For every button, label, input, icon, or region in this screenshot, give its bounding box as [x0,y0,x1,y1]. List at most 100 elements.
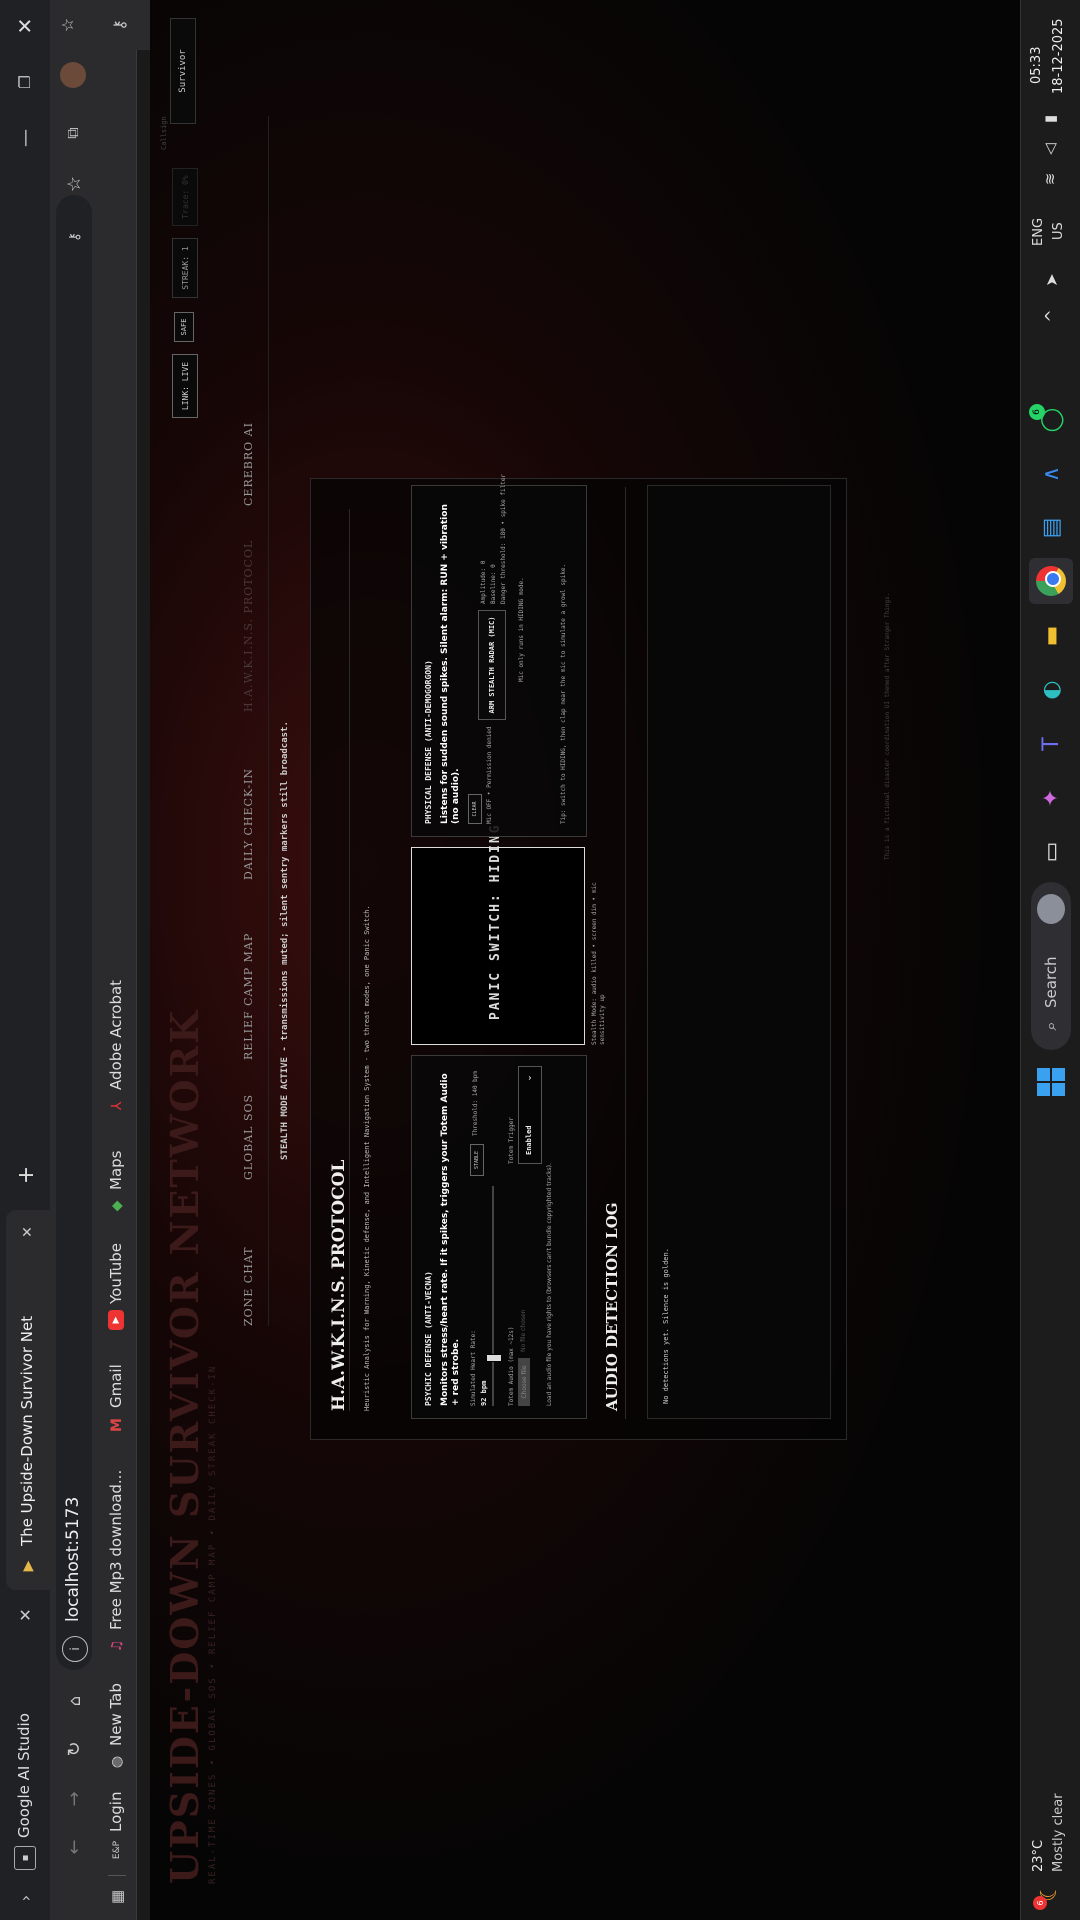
copilot-icon[interactable]: ✦ [1033,780,1069,816]
bookmark-gmail[interactable]: Gmail [107,1364,125,1408]
key-icon[interactable]: ⚷ [62,224,88,250]
nav-divider [268,116,269,1326]
choose-file-button[interactable]: Choose file [518,1358,530,1406]
bookmark-youtube[interactable]: YouTube [107,1243,125,1304]
search-icon: ⌕ [1041,1021,1060,1031]
key-icon[interactable]: ⚷ [104,10,134,40]
heart-rate-slider-track[interactable] [492,1186,494,1406]
audio-log-empty: No detections yet. Silence is golden. [662,1248,670,1404]
volume-icon[interactable]: ◁ [1039,138,1061,160]
arm-stealth-radar-button[interactable]: ARM STEALTH RADAR (MIC) [478,610,506,720]
mic-only-note: Mic only runs in HIDING mode. [518,577,525,682]
clap-tip: Tip: switch to HIDING, then clap near th… [560,563,567,824]
bookmark-new-tab[interactable]: New Tab [107,1683,125,1746]
clear-badge: CLEAR [468,794,482,824]
profile-avatar[interactable] [60,62,86,88]
language[interactable]: ENG [1031,218,1046,246]
wifi-icon[interactable]: ≋ [1039,168,1061,190]
nav-hawkins-protocol[interactable]: H.A.W.K.I.N.S. PROTOCOL [242,540,255,712]
back-arrow-icon[interactable]: ← [60,1832,88,1862]
stable-badge: STABLE [470,1144,484,1176]
star-icon[interactable]: ☆ [60,170,88,198]
heart-rate-slider-thumb[interactable] [486,1354,502,1362]
heart-rate-value: 92 bpm [480,1380,488,1406]
whatsapp-badge: 6 [1029,404,1045,420]
windows-logo-tile [1037,1083,1050,1096]
apps-grid-icon[interactable]: ▦ [104,1884,130,1910]
address-bar[interactable]: i localhost:5173 [56,195,92,1670]
extensions-icon[interactable]: ⧉ [58,118,88,148]
url-text[interactable]: localhost:5173 [63,1497,83,1622]
file-status: No file chosen [520,1309,527,1352]
weather-desc[interactable]: Mostly clear [1051,1793,1066,1872]
music-icon: ♫ [109,1639,125,1653]
gmail-icon: M [109,1418,125,1432]
callsign-input[interactable]: Survivor [170,18,196,124]
browser-toolbar: ← → ↻ ⌂ i localhost:5173 ⚷ ☆ ⧉ ⋮ [50,0,98,1920]
link-status-badge: LINK: LIVE [172,354,198,418]
page-footer: This is a fictional disaster coordinatio… [884,592,891,860]
nav-zone-chat[interactable]: ZONE CHAT [242,1246,255,1326]
edge-icon[interactable]: ◐ [1033,672,1069,708]
location-icon[interactable]: ➤ [1039,268,1063,292]
minimize-icon[interactable]: — [10,118,40,158]
panic-switch-button[interactable]: PANIC SWITCH: HIDING [411,823,585,1045]
threshold-text: Threshold: 140 bpm [472,1070,479,1136]
star-icon[interactable]: ☆ [52,10,82,40]
maps-icon: ◆ [109,1200,125,1212]
app-a-icon[interactable]: ∧ [1033,456,1069,492]
bookmarks-bar: ▦ E&P Login ◍ New Tab ♫ Free Mp3 downloa… [98,0,137,1920]
file-explorer-icon[interactable]: ▭ [1033,834,1069,870]
bookmark-maps[interactable]: Maps [107,1151,125,1190]
home-icon[interactable]: ⌂ [60,1686,88,1716]
safe-status-badge: SAFE [174,312,194,342]
clock-time[interactable]: 05:33 [1029,47,1044,84]
bookmark-login[interactable]: Login [107,1792,125,1832]
audio-rights-note: Load an audio file you have rights to (b… [546,1163,553,1406]
tab-close-icon[interactable]: ✕ [12,1602,38,1628]
tab-studio-label[interactable]: Google AI Studio [15,1713,33,1838]
panic-switch-label: PANIC SWITCH: HIDING [488,823,503,1020]
nav-relief-camp-map[interactable]: RELIEF CAMP MAP [242,933,255,1060]
amplitude-stat: Amplitude: 0 [480,560,487,604]
nav-cerebro-ai[interactable]: CEREBRO AI [242,422,255,506]
region[interactable]: US [1051,222,1066,240]
nav-daily-check-in[interactable]: DAILY CHECK-IN [242,768,255,880]
taskbar-search-box[interactable]: ⌕ Search [1031,882,1071,1050]
chevron-up-icon[interactable]: ^ [1039,304,1063,328]
tab-close-icon[interactable]: ✕ [16,1220,40,1244]
hawkins-title: H.A.W.K.I.N.S. PROTOCOL [329,1159,349,1411]
weather-badge: 6 [1033,1896,1047,1910]
battery-icon[interactable]: ▮ [1039,108,1061,130]
chrome-taskbar-item[interactable] [1029,558,1073,604]
folder-icon[interactable]: ▬ [1033,618,1069,654]
bookmark-free-mp3[interactable]: Free Mp3 download... [107,1470,125,1630]
weather-temp[interactable]: 23°C [1031,1840,1046,1872]
new-tab-plus-icon[interactable]: + [12,1160,40,1190]
psychic-defense-card: PSYCHIC DEFENSE (ANTI-VECNA) Monitors st… [411,1055,587,1419]
trace-badge: Trace: 0% [172,168,198,226]
log-divider [625,487,626,1419]
forward-arrow-icon[interactable]: → [60,1784,88,1814]
taskbar: ☾ 6 23°C Mostly clear ⌕ Search ▭ ✦ T ◐ ▬… [1020,0,1080,1920]
clock-date[interactable]: 18-12-2025 [1051,18,1066,94]
brand-subtitle: REAL-TIME ZONES • GLOBAL SOS • RELIEF CA… [208,1364,218,1884]
divider [108,1875,126,1876]
tab-search-icon[interactable]: › [10,1882,40,1914]
window-close-icon[interactable]: ✕ [8,6,42,46]
active-tab[interactable]: ▶ The Upside-Down Survivor Net ✕ [6,1210,50,1590]
totem-trigger-select[interactable]: Enabled ⌄ [518,1066,542,1164]
totem-trigger-label: Totem Trigger [508,1117,515,1164]
nav-global-sos[interactable]: GLOBAL SOS [242,1094,255,1180]
teams-icon[interactable]: T [1033,726,1069,762]
site-info-icon[interactable]: i [62,1636,88,1662]
start-button[interactable] [1031,1062,1071,1102]
brand-title: UPSIDE-DOWN SURVIVOR NETWORK [162,1008,207,1884]
microsoft-store-icon[interactable]: ▤ [1033,510,1069,546]
reload-icon[interactable]: ↻ [60,1734,88,1764]
windows-logo-tile [1052,1068,1065,1081]
stealth-banner: STEALTH MODE ACTIVE - transmissions mute… [280,721,290,1160]
bookmark-adobe-acrobat[interactable]: Adobe Acrobat [107,980,125,1090]
chevron-down-icon: ⌄ [524,1074,534,1082]
restore-icon[interactable]: ❐ [10,62,40,102]
